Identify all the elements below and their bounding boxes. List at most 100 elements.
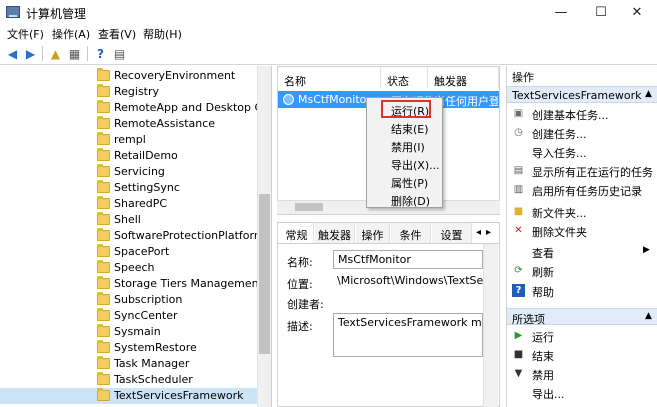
actions-section-selected[interactable]: 所选项 ▲ [507,308,657,326]
tree-item[interactable]: Storage Tiers Management [0,276,263,292]
tree-item[interactable]: Registry [0,84,257,100]
action-import-task[interactable]: 导入任务... [507,142,657,161]
folder-icon [97,116,110,129]
tree-item[interactable]: Speech [0,260,257,276]
delete-icon: ✕ [514,225,523,236]
help-icon[interactable]: ? [93,46,108,61]
tree-item[interactable]: TaskScheduler [0,372,257,388]
tree-item[interactable]: Sysmain [0,324,257,340]
close-button[interactable]: ✕ [617,0,657,25]
action-export[interactable]: 导出... [507,383,657,402]
ctx-end[interactable]: 结束(E) [367,119,442,136]
column-header-name[interactable]: 名称 [278,67,381,88]
ctx-delete[interactable]: 删除(D) [367,191,442,208]
folder-icon [97,196,110,209]
tab-scroll-left-icon[interactable]: ◂ [476,227,481,238]
action-show-running[interactable]: ▤ 显示所有正在运行的任务 [507,161,657,180]
folder-icon [97,84,110,97]
ctx-properties[interactable]: 属性(P) [367,173,442,190]
action-run[interactable]: ▶ 运行 [507,326,657,345]
stop-icon: ■ [513,349,524,360]
action-enable-history[interactable]: ▥ 启用所有任务历史记录 [507,180,657,199]
actions-pane: 操作 TextServicesFramework ▲ ▣ 创建基本任务... ◷ 创… [506,66,657,407]
description-field[interactable]: TextServicesFramework monito [333,313,483,357]
collapse-icon[interactable]: ▲ [645,311,652,321]
up-folder-icon[interactable]: ▲ [48,46,63,61]
tree-item[interactable]: SyncCenter [0,308,257,324]
action-new-folder[interactable]: ■ 新文件夹... [507,202,657,221]
maximize-button[interactable]: ☐ [581,0,621,25]
folder-icon [97,228,110,241]
minimize-button[interactable]: — [541,0,581,25]
menu-file[interactable]: 文件(F) [7,26,44,42]
menu-action[interactable]: 操作(A) [52,26,90,42]
task-list-hscroll-thumb[interactable] [295,203,323,211]
menu-help[interactable]: 帮助(H) [143,26,182,42]
folder-icon [97,244,110,257]
tree-item[interactable]: rempl [0,132,257,148]
tab-triggers[interactable]: 触发器 [315,223,355,243]
window-title: 计算机管理 [26,7,87,21]
highlight-box [381,100,431,118]
console-tree-icon[interactable]: ▦ [67,46,82,61]
folder-icon [97,180,110,193]
help-icon: ? [512,284,525,297]
folder-icon [97,132,110,145]
action-disable[interactable]: ▼ 禁用 [507,364,657,383]
action-pane-icon[interactable]: ▤ [112,46,127,61]
submenu-arrow-icon: ▶ [643,245,650,255]
name-field[interactable]: MsCtfMonitor [333,250,483,269]
actions-header: 操作 [512,71,534,84]
tree-item[interactable]: SettingSync [0,180,257,196]
tree-item[interactable]: Servicing [0,164,257,180]
tree-item[interactable]: RemoteAssistance [0,116,257,132]
tree-item[interactable]: RecoveryEnvironment [0,68,257,84]
tree-scrollbar-thumb[interactable] [259,194,270,354]
refresh-icon: ⟳ [514,265,523,276]
collapse-icon[interactable]: ▲ [645,89,652,99]
name-label: 名称: [287,256,313,269]
tree-item[interactable]: RetailDemo [0,148,257,164]
action-refresh[interactable]: ⟳ 刷新 [507,261,657,280]
tree-item[interactable]: RemoteApp and Desktop Con [0,100,271,116]
action-create-basic-task[interactable]: ▣ 创建基本任务... [507,104,657,123]
folder-icon [97,372,110,385]
tab-scroll-right-icon[interactable]: ▸ [486,227,491,238]
tree-item[interactable]: Subscription [0,292,257,308]
action-help[interactable]: ? 帮助 [507,281,657,300]
column-header-status[interactable]: 状态 [381,67,428,88]
tab-actions[interactable]: 操作 [356,223,390,243]
computer-management-icon [6,6,20,18]
back-arrow-icon[interactable]: ◀ [5,46,20,61]
toolbar-separator [87,46,88,61]
toolbar-separator [42,46,43,61]
tree-item[interactable]: Shell [0,212,257,228]
action-delete-folder[interactable]: ✕ 删除文件夹 [507,221,657,240]
tab-settings[interactable]: 设置 [432,223,472,243]
location-label: 位置: [287,278,313,291]
tree-item[interactable]: Task Manager [0,356,257,372]
run-icon: ▶ [514,330,523,341]
folder-icon [97,68,110,81]
action-create-task[interactable]: ◷ 创建任务... [507,123,657,142]
tree-item[interactable]: SoftwareProtectionPlatform [0,228,265,244]
tab-general[interactable]: 常规 [280,223,314,243]
column-header-trigger[interactable]: 触发器 [428,67,499,88]
menu-view[interactable]: 查看(V) [98,26,136,42]
tab-conditions[interactable]: 条件 [391,223,431,243]
action-end[interactable]: ■ 结束 [507,345,657,364]
tree-item[interactable]: SystemRestore [0,340,257,356]
action-view[interactable]: 查看 ▶ [507,242,657,261]
folder-icon [97,356,110,369]
forward-arrow-icon[interactable]: ▶ [23,46,38,61]
ctx-disable[interactable]: 禁用(I) [367,137,442,154]
title-bar: 计算机管理 — ☐ ✕ [0,0,657,25]
actions-section-folder[interactable]: TextServicesFramework ▲ [507,86,657,103]
tree-item-selected[interactable]: TextServicesFramework [0,388,257,404]
tree-item[interactable]: SharedPC [0,196,257,212]
author-label: 创建者: [287,298,324,311]
detail-scrollbar[interactable] [483,244,498,407]
ctx-export[interactable]: 导出(X)... [367,155,442,172]
tab-divider [278,243,499,244]
tree-item[interactable]: SpacePort [0,244,257,260]
